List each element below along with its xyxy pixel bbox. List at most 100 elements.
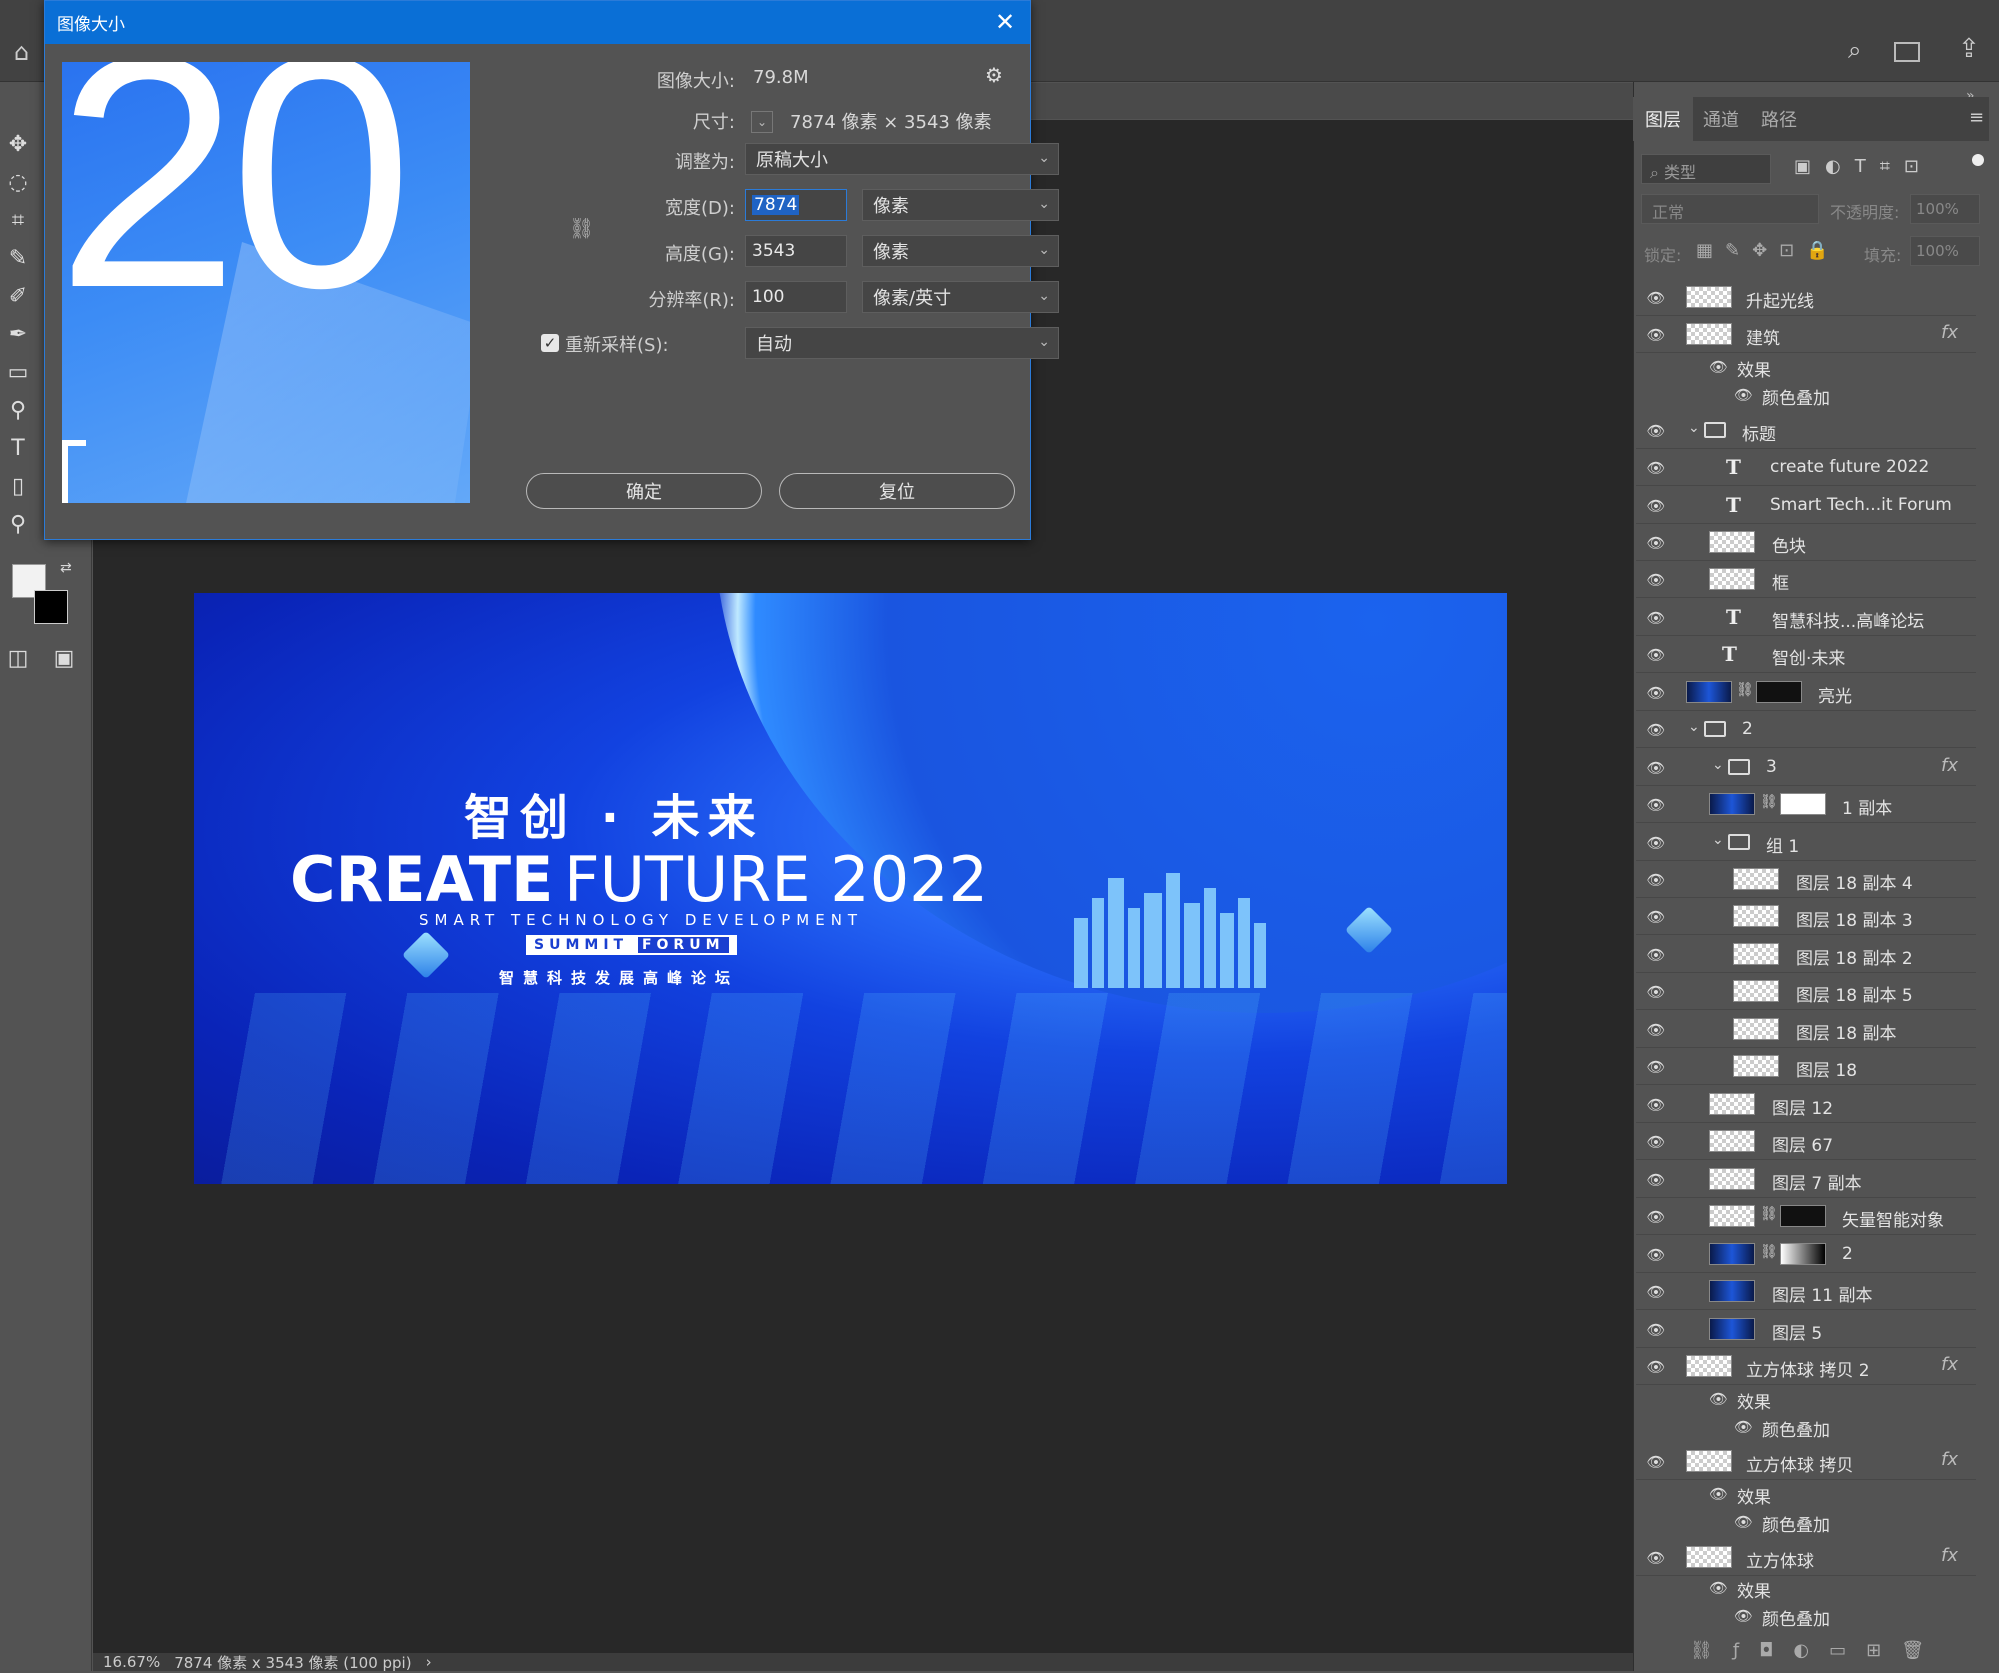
- visibility-eye-icon[interactable]: 👁: [1646, 288, 1666, 308]
- dimensions-unit-toggle-icon[interactable]: ⌄: [751, 111, 773, 133]
- layer-row[interactable]: 👁 色块: [1636, 524, 1976, 561]
- visibility-eye-icon[interactable]: 👁: [1646, 1282, 1666, 1302]
- link-icon[interactable]: ⛓: [1760, 794, 1778, 810]
- lasso-icon[interactable]: ◌: [2, 166, 34, 198]
- width-input[interactable]: 7874: [745, 189, 847, 221]
- workspace-icon[interactable]: [1894, 42, 1920, 62]
- fill-input[interactable]: 100%: [1910, 236, 1980, 266]
- visibility-eye-icon[interactable]: 👁: [1646, 325, 1666, 345]
- layer-row[interactable]: 👁 图层 67: [1636, 1123, 1976, 1160]
- resample-select[interactable]: 自动 ⌄: [745, 327, 1059, 359]
- brush-icon[interactable]: ✐: [2, 280, 34, 312]
- layer-row[interactable]: 👁 图层 5: [1636, 1311, 1976, 1348]
- group-row[interactable]: 👁 ⌄ 组 1: [1636, 824, 1976, 861]
- expand-chevron-icon[interactable]: ⌄: [1712, 757, 1724, 773]
- layer-row[interactable]: 👁 图层 18: [1636, 1048, 1976, 1085]
- layer-row[interactable]: 👁 立方体球 拷贝 2 fx: [1636, 1348, 1976, 1385]
- visibility-eye-icon[interactable]: 👁: [1646, 570, 1666, 590]
- share-icon[interactable]: ⇪: [1958, 34, 1980, 64]
- visibility-eye-icon[interactable]: 👁: [1646, 645, 1666, 665]
- panel-footer-icons[interactable]: ⛓ƒ◘◐▭⊞🗑: [1690, 1640, 1944, 1661]
- search-icon[interactable]: ⌕: [1848, 36, 1861, 64]
- layer-row[interactable]: 👁 立方体球 fx: [1636, 1539, 1976, 1576]
- layer-row[interactable]: 👁 图层 18 副本 3: [1636, 898, 1976, 935]
- layer-filter-select[interactable]: ⌕ 类型: [1641, 154, 1771, 184]
- opacity-input[interactable]: 100%: [1910, 194, 1980, 224]
- visibility-eye-icon[interactable]: 👁: [1646, 608, 1666, 628]
- visibility-eye-icon[interactable]: 👁: [1646, 421, 1666, 441]
- blend-mode-select[interactable]: 正常: [1641, 194, 1819, 224]
- visibility-eye-icon[interactable]: 👁: [1734, 1418, 1753, 1436]
- layer-row[interactable]: 👁 ⛓ 1 副本: [1636, 786, 1976, 823]
- visibility-eye-icon[interactable]: 👁: [1646, 1095, 1666, 1115]
- background-color-swatch[interactable]: [34, 590, 68, 624]
- quick-mask-icon[interactable]: ◫: [2, 642, 34, 674]
- type-icon[interactable]: T: [2, 432, 34, 464]
- visibility-eye-icon[interactable]: 👁: [1646, 1057, 1666, 1077]
- tab-paths[interactable]: 路径: [1749, 97, 1809, 141]
- layer-row[interactable]: 👁 图层 11 副本: [1636, 1273, 1976, 1310]
- dodge-icon[interactable]: ⚲: [2, 394, 34, 426]
- visibility-eye-icon[interactable]: 👁: [1646, 533, 1666, 553]
- layer-row[interactable]: 👁 ⛓ 亮光: [1636, 674, 1976, 711]
- swap-colors-icon[interactable]: ⇄: [60, 560, 72, 576]
- status-arrow-icon[interactable]: ›: [426, 1653, 432, 1671]
- fit-to-select[interactable]: 原稿大小 ⌄: [745, 143, 1059, 175]
- effects-row[interactable]: 👁 效果: [1636, 353, 1976, 381]
- layer-row[interactable]: 👁 建筑 fx: [1636, 316, 1976, 353]
- fx-icon[interactable]: fx: [1941, 1449, 1958, 1470]
- home-icon[interactable]: ⌂: [14, 38, 29, 66]
- layer-row[interactable]: 👁 图层 18 副本: [1636, 1011, 1976, 1048]
- visibility-eye-icon[interactable]: 👁: [1646, 1207, 1666, 1227]
- reset-button[interactable]: 复位: [779, 473, 1015, 509]
- height-unit-select[interactable]: 像素 ⌄: [862, 235, 1059, 267]
- gradient-icon[interactable]: ▭: [2, 356, 34, 388]
- layer-row[interactable]: 👁 立方体球 拷贝 fx: [1636, 1443, 1976, 1480]
- layer-row[interactable]: 👁 Tcreate future 2022: [1636, 449, 1976, 486]
- crop-icon[interactable]: ⌗: [2, 204, 34, 236]
- fx-icon[interactable]: fx: [1941, 1545, 1958, 1566]
- visibility-eye-icon[interactable]: 👁: [1646, 907, 1666, 927]
- layer-row[interactable]: 👁 T 智创·未来: [1636, 636, 1976, 673]
- link-icon[interactable]: ⛓: [1736, 682, 1754, 698]
- effect-row[interactable]: 👁 颜色叠加: [1636, 1508, 1976, 1536]
- visibility-eye-icon[interactable]: 👁: [1646, 1245, 1666, 1265]
- layer-row[interactable]: 👁 图层 18 副本 2: [1636, 936, 1976, 973]
- clone-stamp-icon[interactable]: ✒: [2, 318, 34, 350]
- layer-row[interactable]: 👁 升起光线: [1636, 279, 1976, 316]
- resolution-input[interactable]: 100: [745, 281, 847, 313]
- visibility-eye-icon[interactable]: 👁: [1709, 1485, 1728, 1503]
- visibility-eye-icon[interactable]: 👁: [1734, 1513, 1753, 1531]
- gear-icon[interactable]: ⚙: [985, 63, 1003, 87]
- group-row[interactable]: 👁 ⌄ 2: [1636, 711, 1976, 748]
- fx-icon[interactable]: fx: [1941, 322, 1958, 343]
- zoom-level[interactable]: 16.67%: [103, 1653, 160, 1671]
- filter-toggle-icon[interactable]: [1972, 154, 1984, 166]
- visibility-eye-icon[interactable]: 👁: [1709, 1390, 1728, 1408]
- artwork-canvas[interactable]: 智创 · 未来 CREATE FUTURE 2022 SMART TECHNOL…: [194, 593, 1507, 1184]
- resample-checkbox[interactable]: ✓: [541, 334, 559, 352]
- layer-row[interactable]: 👁 T 智慧科技...高峰论坛: [1636, 599, 1976, 636]
- fx-icon[interactable]: fx: [1941, 1354, 1958, 1375]
- layer-row[interactable]: 👁 T Smart Tech...it Forum: [1636, 487, 1976, 524]
- expand-chevron-icon[interactable]: ⌄: [1712, 832, 1724, 848]
- visibility-eye-icon[interactable]: 👁: [1646, 795, 1666, 815]
- layer-row[interactable]: 👁 图层 18 副本 5: [1636, 973, 1976, 1010]
- visibility-eye-icon[interactable]: 👁: [1646, 683, 1666, 703]
- dialog-titlebar[interactable]: 图像大小: [45, 1, 1030, 44]
- visibility-eye-icon[interactable]: 👁: [1734, 1607, 1753, 1625]
- panel-menu-icon[interactable]: ≡: [1969, 107, 1984, 128]
- layer-row[interactable]: 👁 框: [1636, 561, 1976, 598]
- group-row[interactable]: 👁 ⌄ 3 fx: [1636, 749, 1976, 786]
- move-icon[interactable]: ✥: [2, 128, 34, 160]
- effects-row[interactable]: 👁 效果: [1636, 1574, 1976, 1602]
- visibility-eye-icon[interactable]: 👁: [1646, 720, 1666, 740]
- tab-layers[interactable]: 图层: [1633, 97, 1693, 141]
- filter-icons[interactable]: ▣◐T⌗⊡: [1794, 156, 1933, 177]
- zoom-icon[interactable]: ⚲: [2, 508, 34, 540]
- visibility-eye-icon[interactable]: 👁: [1646, 982, 1666, 1002]
- effects-row[interactable]: 👁 效果: [1636, 1480, 1976, 1508]
- visibility-eye-icon[interactable]: 👁: [1709, 358, 1728, 376]
- visibility-eye-icon[interactable]: 👁: [1646, 758, 1666, 778]
- layer-row[interactable]: 👁 图层 18 副本 4: [1636, 861, 1976, 898]
